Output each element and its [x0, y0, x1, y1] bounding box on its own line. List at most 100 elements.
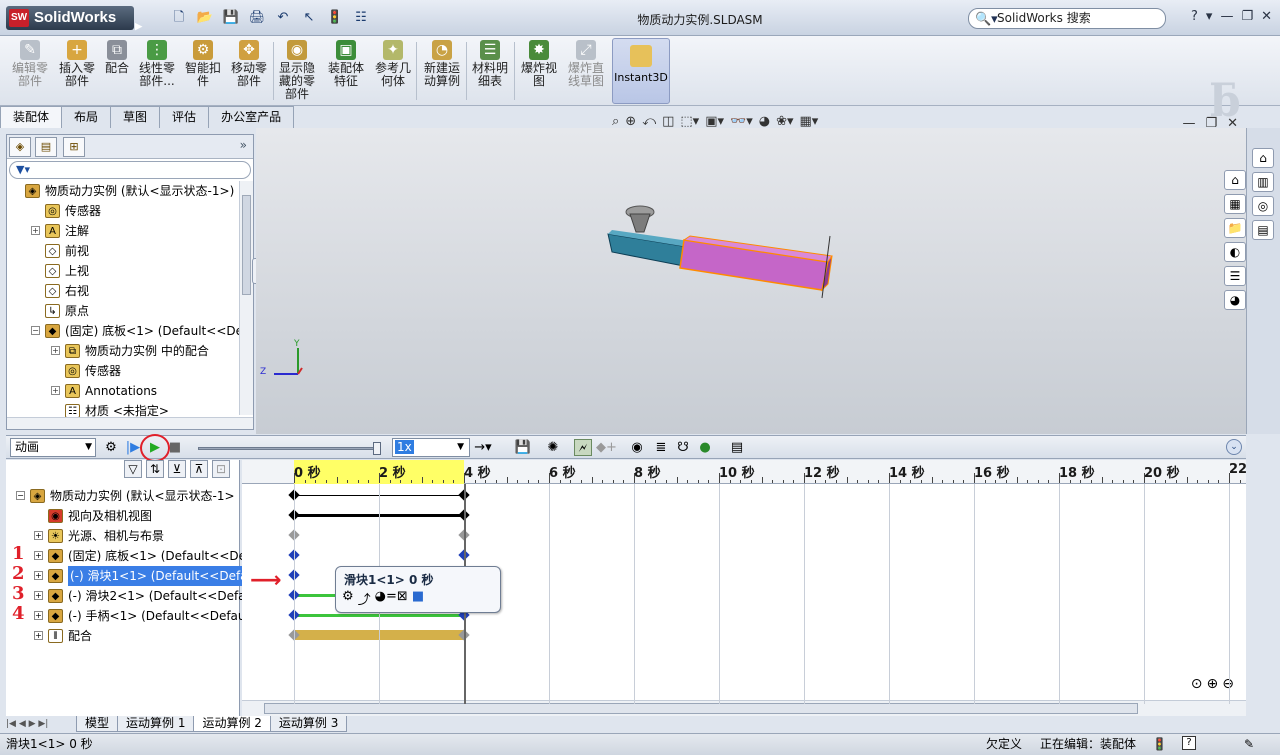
- expand-icon[interactable]: +: [51, 346, 60, 355]
- save-icon[interactable]: 💾: [220, 9, 242, 27]
- expand-icon[interactable]: +: [34, 551, 43, 560]
- undo-icon[interactable]: ↶: [272, 9, 294, 27]
- playback-mode-icon[interactable]: →▾: [474, 439, 492, 456]
- spring-icon[interactable]: ≣: [652, 439, 670, 456]
- close-icon[interactable]: ✕: [1227, 116, 1238, 131]
- timeline-scrollbar[interactable]: [242, 700, 1246, 716]
- help-dropdown-icon[interactable]: ▾: [1206, 9, 1213, 24]
- explode-line-sketch-button[interactable]: ⤢ 爆炸直线草图: [564, 40, 608, 104]
- playback-speed-select[interactable]: 1x ▼: [392, 438, 470, 457]
- feature-tree-item[interactable]: ◎ 传感器: [7, 201, 239, 221]
- motion-tree-item[interactable]: − ◈ 物质动力实例 (默认<显示状态-1>: [6, 486, 238, 506]
- results-and-plots-icon[interactable]: ▤: [728, 439, 746, 456]
- show-hidden-components-button[interactable]: ◉ 显示隐藏的零部件: [276, 40, 318, 104]
- filter-animated-icon[interactable]: ▽: [124, 460, 142, 478]
- expand-panel-icon[interactable]: »: [240, 138, 247, 152]
- configuration-manager-tab-icon[interactable]: ⊞: [63, 137, 85, 157]
- section-view-icon[interactable]: ◫: [662, 114, 674, 132]
- instant3d-button[interactable]: Instant3D: [612, 38, 670, 104]
- assembly-features-button[interactable]: ▣ 装配体特征: [324, 40, 368, 104]
- feature-tree-item[interactable]: ◇ 右视: [7, 281, 239, 301]
- move-component-button[interactable]: ✥ 移动零部件: [228, 40, 270, 104]
- resources-icon[interactable]: ⌂: [1252, 148, 1274, 168]
- zoom-to-fit-icon[interactable]: ⌕: [612, 114, 619, 132]
- zoom-to-fit-icon[interactable]: ⊙: [1191, 676, 1203, 692]
- mate-button[interactable]: ⧉ 配合: [102, 40, 132, 104]
- expand-icon[interactable]: +: [34, 591, 43, 600]
- tab-scroll-arrows-icon[interactable]: |◀ ◀ ▶ ▶|: [6, 716, 76, 732]
- quick-tips-icon[interactable]: ?: [1182, 736, 1196, 750]
- scrollbar-thumb[interactable]: [242, 195, 251, 295]
- file-explorer-icon[interactable]: ◎: [1252, 196, 1274, 216]
- collapse-icon[interactable]: −: [31, 326, 40, 335]
- feature-tree-item[interactable]: ◈ 物质动力实例 (默认<显示状态-1>): [7, 181, 239, 201]
- expand-icon[interactable]: +: [34, 611, 43, 620]
- autokey-icon[interactable]: 🗲: [574, 439, 592, 456]
- slider-knob[interactable]: [373, 442, 381, 455]
- new-motion-study-button[interactable]: ◔ 新建运动算例: [420, 40, 464, 104]
- exploded-view-button[interactable]: ✸ 爆炸视图: [518, 40, 560, 104]
- solidworks-logo[interactable]: SW SolidWorks ▶: [6, 6, 142, 31]
- motion-tree-item[interactable]: 1 + ◆ (固定) 底板<1> (Default<<De: [6, 544, 246, 566]
- playback-slider[interactable]: [198, 442, 381, 455]
- feature-tree-item[interactable]: ◇ 上视: [7, 261, 239, 281]
- contact-icon[interactable]: ☋: [674, 439, 692, 456]
- minimize-icon[interactable]: —: [1182, 116, 1195, 131]
- motion-tree-item[interactable]: 3 + ◆ (-) 滑块2<1> (Default<<Defa: [6, 584, 246, 606]
- add-key-icon[interactable]: ◆+: [596, 439, 617, 456]
- search-input[interactable]: 🔍▾ SolidWorks 搜索: [968, 8, 1166, 29]
- feature-tree-scrollbar[interactable]: [239, 181, 253, 415]
- hide-show-items-icon[interactable]: 👓▾: [730, 114, 753, 132]
- motion-tree-item[interactable]: ◉ 视向及相机视图: [6, 506, 238, 526]
- library-icon[interactable]: ▦: [1224, 194, 1246, 214]
- collapse-motion-manager-icon[interactable]: ⌄: [1226, 439, 1242, 455]
- restore-icon[interactable]: ❐: [1205, 116, 1217, 131]
- print-icon[interactable]: 🖨: [246, 9, 268, 27]
- feature-tree-item[interactable]: ↳ 原点: [7, 301, 239, 321]
- expand-icon[interactable]: +: [51, 386, 60, 395]
- close-icon[interactable]: ✕: [1261, 9, 1272, 24]
- reference-geometry-button[interactable]: ✦ 参考几何体: [372, 40, 414, 104]
- zoom-in-icon[interactable]: ⊕: [1207, 676, 1219, 692]
- expand-icon[interactable]: +: [34, 531, 43, 540]
- tab-motion-study-1[interactable]: 运动算例 1: [117, 716, 195, 732]
- feature-tree-item[interactable]: ◇ 前视: [7, 241, 239, 261]
- motion-tree-item[interactable]: + ⫴ 配合: [6, 626, 238, 646]
- gravity-icon[interactable]: ●: [696, 439, 714, 456]
- assembly-model[interactable]: [607, 205, 833, 299]
- tab-layout[interactable]: 布局: [61, 106, 112, 128]
- help-button[interactable]: ?: [1191, 9, 1198, 24]
- property-manager-tab-icon[interactable]: ▤: [35, 137, 57, 157]
- feature-manager-tab-icon[interactable]: ◈: [9, 137, 31, 157]
- feature-tree-hscrollbar[interactable]: [7, 417, 253, 429]
- apply-scene-icon[interactable]: ❀▾: [776, 114, 793, 132]
- search-results-icon[interactable]: ▤: [1252, 220, 1274, 240]
- feature-tree-item[interactable]: −◆ (固定) 底板<1> (Default<<Default: [7, 321, 239, 341]
- expand-icon[interactable]: +: [34, 571, 43, 580]
- feature-tree-item[interactable]: + A Annotations: [7, 381, 239, 401]
- open-document-icon[interactable]: 📂: [194, 9, 216, 27]
- minimize-icon[interactable]: —: [1220, 9, 1233, 24]
- model-viewport[interactable]: Y Z: [256, 128, 1246, 434]
- motion-tree-item[interactable]: 2 + ◆ (-) 滑块1<1> (Default<<Defa: [6, 564, 250, 586]
- feature-tree-item[interactable]: ☷ 材质 <未指定>: [7, 401, 239, 417]
- view-palette-icon[interactable]: ◐: [1224, 242, 1246, 262]
- tab-assembly[interactable]: 装配体: [0, 106, 63, 128]
- appearances-icon[interactable]: ◕: [1224, 290, 1246, 310]
- motor-icon[interactable]: ◉: [628, 439, 646, 456]
- display-style-icon[interactable]: ▣▾: [705, 114, 724, 132]
- collapse-icon[interactable]: −: [16, 491, 25, 500]
- design-library-icon[interactable]: ▥: [1252, 172, 1274, 192]
- smart-fasteners-button[interactable]: ⚙ 智能扣件: [182, 40, 224, 104]
- tab-motion-study-3[interactable]: 运动算例 3: [269, 716, 348, 732]
- restore-icon[interactable]: ❐: [1241, 9, 1253, 24]
- feature-tree-item[interactable]: + A 注解: [7, 221, 239, 241]
- expand-icon[interactable]: +: [34, 631, 43, 640]
- tab-sketch[interactable]: 草图: [110, 106, 161, 128]
- save-animation-icon[interactable]: 💾: [514, 439, 532, 456]
- motion-tree-item[interactable]: + ☀ 光源、相机与布景: [6, 526, 238, 546]
- tab-motion-study-2[interactable]: 运动算例 2: [193, 716, 271, 732]
- feature-filter-input[interactable]: ▼▾: [9, 161, 251, 179]
- tab-evaluate[interactable]: 评估: [159, 106, 210, 128]
- rebuild-status-icon[interactable]: 🚦: [1152, 734, 1167, 754]
